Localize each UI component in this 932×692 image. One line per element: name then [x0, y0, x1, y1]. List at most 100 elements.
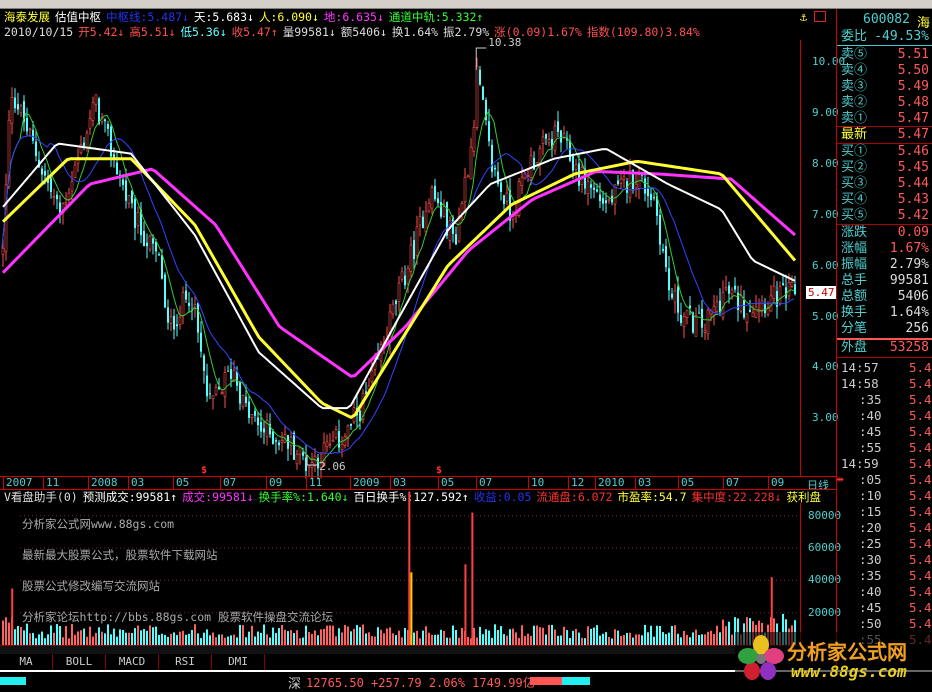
candle-body [545, 134, 547, 139]
status-market: 深 [288, 677, 302, 692]
volume-bar [653, 636, 655, 645]
candle-body [260, 421, 262, 432]
volume-bar [245, 637, 247, 645]
candle-body [206, 375, 208, 397]
candle-body [427, 202, 431, 212]
volume-bar [230, 635, 232, 645]
candle-body [104, 119, 106, 122]
candle-body [572, 155, 574, 171]
tick-row: :45 5.4 [841, 424, 932, 440]
tab-dmi[interactable]: DMI [212, 654, 265, 670]
volume-bar [356, 625, 358, 645]
buy-price: 5.46 [897, 144, 929, 159]
volume-bar [725, 626, 727, 645]
volume-bar [122, 629, 124, 645]
candle-body [586, 181, 590, 194]
volume-bar [203, 632, 205, 645]
tick-time: :40 [859, 408, 882, 423]
volume-bar [17, 625, 19, 645]
buy-row[interactable]: 买⑤ 5.42 [841, 208, 929, 224]
volume-bar [680, 637, 682, 645]
candle-body [107, 123, 109, 129]
volume-bar [116, 636, 118, 645]
candle-body [370, 370, 374, 383]
tick-price: 5.4 [909, 536, 932, 551]
stat-row: 分笔 256 [841, 321, 929, 337]
volume-bar [164, 634, 166, 645]
candle-body [685, 309, 689, 319]
candle-body [637, 174, 641, 189]
sell-row[interactable]: 卖④ 5.50 [841, 63, 929, 79]
candle-body [164, 274, 166, 308]
candle-body [455, 234, 457, 245]
candle-body [241, 394, 245, 408]
candle-body [634, 183, 638, 189]
sell-row[interactable]: 卖⑤ 5.51 [841, 47, 929, 63]
volume-bar [452, 625, 454, 645]
buy-row[interactable]: 买② 5.45 [841, 160, 929, 176]
tab-macd[interactable]: MACD [106, 654, 159, 670]
candle-body [434, 185, 436, 200]
volume-bar [617, 630, 619, 645]
buy-row[interactable]: 买④ 5.43 [841, 192, 929, 208]
tick-price: 5.4 [909, 392, 932, 407]
volume-bar [338, 628, 340, 645]
tick-price: 5.4 [909, 424, 932, 439]
volume-bar [716, 625, 718, 645]
candle-body [605, 200, 607, 204]
volume-bar [143, 629, 145, 645]
volume-bar [248, 631, 250, 645]
candle-body [734, 285, 736, 290]
volume-bar [191, 630, 193, 645]
tab-ma[interactable]: MA [0, 654, 53, 670]
candle-body [295, 454, 299, 465]
volume-bar [23, 630, 25, 645]
volume-bar [689, 637, 691, 645]
tab-rsi[interactable]: RSI [159, 654, 212, 670]
volume-bar [686, 634, 688, 645]
volume-bar [659, 625, 661, 645]
tab-boll[interactable]: BOLL [53, 654, 106, 670]
price-chart[interactable]: 10.38 2.06 $ $ [0, 0, 836, 490]
sell-label: 卖④ [841, 63, 868, 78]
stat-label: 换手 [841, 305, 868, 320]
volume-bar [551, 624, 553, 645]
tick-time: :20 [859, 520, 882, 535]
candle-body [50, 178, 52, 193]
buy-row[interactable]: 买① 5.46 [841, 144, 929, 160]
sell-row[interactable]: 卖① 5.47 [841, 111, 929, 127]
outer-label: 外盘 [841, 340, 868, 355]
candle-body [644, 178, 646, 194]
candle-body [650, 193, 652, 201]
volume-bar [494, 624, 496, 645]
date-tick-label: 2007 [3, 477, 33, 489]
volume-bar [158, 634, 160, 645]
tick-price: 5.4 [909, 504, 932, 519]
volume-bar [308, 632, 310, 645]
tick-time: :55 [859, 440, 882, 455]
sell-row[interactable]: 卖③ 5.49 [841, 79, 929, 95]
candle-body [350, 423, 352, 426]
candle-body [764, 304, 766, 314]
candle-body [668, 268, 670, 291]
candle-body [161, 255, 163, 279]
candle-body [619, 178, 623, 184]
current-price-marker: 5.47 [806, 286, 837, 299]
volume-bar [524, 635, 526, 645]
volume-bar [200, 638, 202, 645]
stat-value: 2.79% [889, 257, 929, 272]
candle-body [73, 164, 77, 178]
sell-row[interactable]: 卖② 5.48 [841, 95, 929, 111]
volume-bar [602, 633, 604, 645]
candle-body [526, 175, 530, 178]
volume-bar [623, 634, 625, 645]
candle-body [607, 199, 611, 202]
candle-body [275, 440, 277, 442]
buy-price: 5.44 [897, 176, 929, 191]
volume-bar [275, 633, 277, 645]
volume-bar [488, 630, 490, 645]
buy-row[interactable]: 买③ 5.44 [841, 176, 929, 192]
date-tick-label: 11 [306, 477, 322, 489]
price-tick-label: 5.00 [812, 309, 839, 323]
status-indicator-left [0, 677, 26, 685]
